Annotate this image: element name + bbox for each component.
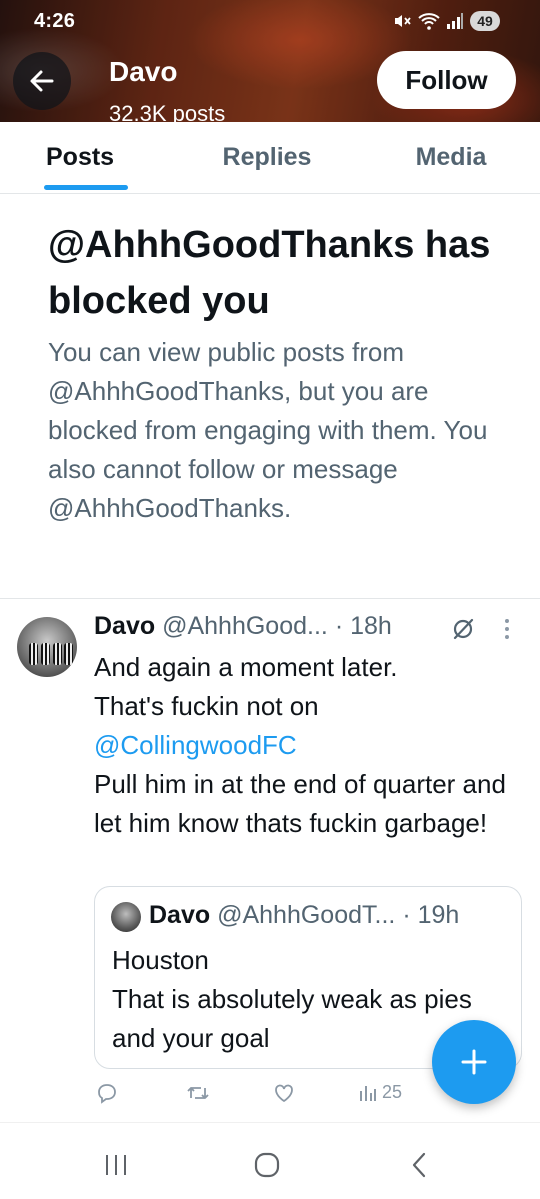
battery-indicator: 49	[470, 11, 500, 31]
tweet-timestamp: · 18h	[334, 612, 392, 640]
tweet-line: And again a moment later.	[94, 652, 398, 682]
tab-replies[interactable]: Replies	[172, 122, 362, 193]
quote-author-handle: @AhhhGoodT...	[217, 901, 396, 929]
status-time: 4:26	[34, 10, 76, 32]
wifi-icon	[418, 13, 440, 30]
profile-tabs: Posts Replies Media	[0, 122, 540, 194]
blocked-description: You can view public posts from @AhhhGood…	[48, 337, 488, 523]
compose-button[interactable]	[432, 1020, 516, 1104]
signal-icon	[447, 13, 463, 29]
grok-icon[interactable]	[450, 616, 476, 642]
blocked-title: @AhhhGoodThanks has blocked you	[48, 224, 491, 322]
system-navigation-bar	[0, 1122, 540, 1199]
views-count: 25	[382, 1082, 403, 1102]
divider	[0, 598, 540, 599]
tab-label: Posts	[46, 143, 115, 171]
views-button[interactable]: 25	[358, 1082, 402, 1103]
recent-apps-icon	[106, 1155, 126, 1175]
quote-line: Houston	[112, 945, 209, 975]
recent-apps-button[interactable]	[86, 1145, 146, 1185]
tweet-body: And again a moment later. That's fuckin …	[94, 648, 524, 843]
reply-button[interactable]	[96, 1082, 118, 1104]
status-bar: 4:26 49	[0, 0, 540, 40]
reply-icon	[98, 1084, 116, 1104]
tweet-line: That's fuckin not on	[94, 691, 319, 721]
retweet-icon	[187, 1087, 209, 1099]
profile-post-count: 32.3K posts	[109, 101, 226, 122]
follow-button[interactable]: Follow	[377, 51, 516, 109]
tab-label: Replies	[222, 143, 312, 171]
home-icon	[254, 1152, 280, 1178]
tab-media[interactable]: Media	[362, 122, 540, 193]
home-button[interactable]	[237, 1145, 297, 1185]
tweet-mention-link[interactable]: @CollingwoodFC	[94, 726, 524, 765]
quote-header: Davo @AhhhGoodT... · 19h	[149, 901, 459, 930]
chevron-left-icon	[412, 1152, 426, 1178]
profile-name: Davo	[109, 56, 178, 87]
heart-icon	[275, 1084, 293, 1103]
views-icon	[360, 1085, 376, 1101]
arrow-left-icon	[30, 70, 54, 92]
mute-icon	[395, 15, 411, 27]
avatar[interactable]	[17, 617, 77, 677]
tab-posts[interactable]: Posts	[0, 122, 172, 193]
quote-timestamp: · 19h	[402, 901, 460, 929]
like-button[interactable]	[272, 1082, 296, 1104]
back-button[interactable]	[13, 52, 71, 110]
tab-label: Media	[415, 143, 487, 171]
profile-header: 4:26 49 Davo 32.3K posts Follow	[0, 0, 540, 122]
tweet-author-name[interactable]: Davo	[94, 612, 155, 640]
tweet-header: Davo @AhhhGood... · 18h	[94, 612, 524, 648]
quote-author-name: Davo	[149, 901, 211, 929]
status-icons: 49	[392, 11, 500, 31]
plus-icon	[461, 1049, 487, 1075]
tweet-author-handle[interactable]: @AhhhGood...	[162, 612, 328, 640]
more-vertical-icon[interactable]	[502, 618, 512, 640]
quote-avatar	[111, 902, 141, 932]
tweet-line: Pull him in at the end of quarter and le…	[94, 769, 506, 838]
active-tab-indicator	[44, 185, 128, 190]
retweet-button[interactable]	[186, 1082, 210, 1104]
back-nav-button[interactable]	[389, 1145, 449, 1185]
